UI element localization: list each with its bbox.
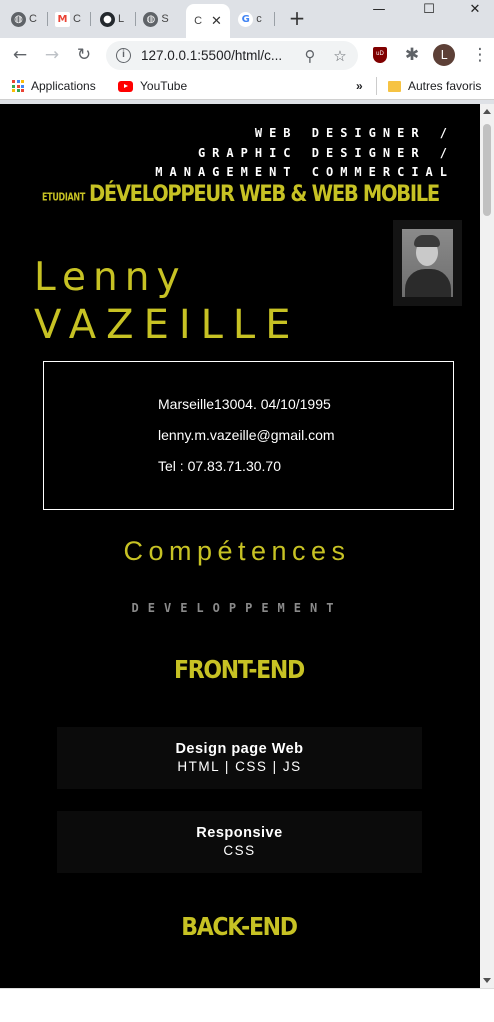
bookmark-star-icon[interactable]: ☆ [330,46,350,66]
maximize-button[interactable]: ☐ [412,0,446,18]
skill-tech: HTML | CSS | JS [177,759,302,774]
page-scrollbar[interactable] [480,104,494,988]
close-icon[interactable]: ✕ [211,13,222,29]
tab-3[interactable]: ● L [98,6,126,32]
forward-arrow-icon[interactable]: → [40,43,64,67]
tab-title: C [194,15,203,27]
extensions-icon[interactable]: ✱ [400,43,424,67]
tab-4[interactable]: ◍ S [142,6,170,32]
bookmark-youtube[interactable]: YouTube [118,77,187,95]
scroll-up-arrow-icon[interactable] [483,109,491,114]
profile-avatar[interactable]: L [432,43,456,67]
profile-photo-frame [393,220,462,306]
role-line: GRAPHIC DESIGNER / [197,145,454,160]
info-icon[interactable]: i [116,48,131,63]
tab-title: C [29,13,37,25]
globe-icon: ◍ [11,11,27,27]
address-bar[interactable]: i 127.0.0.1:5500/html/c... ⚲ ☆ [106,41,358,70]
tab-separator [274,12,275,26]
folder-icon [388,80,401,92]
skill-tech: CSS [223,843,256,858]
roles-list: WEB DESIGNER / GRAPHIC DESIGNER / MANAGE… [155,124,454,183]
tab-title: S [161,13,169,25]
skill-card: Design page Web HTML | CSS | JS [57,727,422,789]
bookmark-apps[interactable]: Applications [12,77,96,95]
tab-bar: ◍ C M C ● L ◍ S C ✕ G c + — ☐ ✕ [0,0,494,38]
zoom-icon[interactable]: ⚲ [300,46,320,66]
tab-separator [135,12,136,26]
tab-title: L [117,13,125,25]
cv-page: WEB DESIGNER / GRAPHIC DESIGNER / MANAGE… [0,104,480,988]
student-label: ETUDIANT [42,191,85,204]
email-text: lenny.m.vazeille@gmail.com [158,427,335,443]
tab-2[interactable]: M C [54,6,82,32]
bookmark-label: Applications [31,79,96,93]
reload-icon[interactable]: ↻ [72,43,96,67]
bookmark-label: Autres favoris [408,79,482,93]
menu-icon[interactable]: ⋮ [468,43,492,67]
github-icon: ● [99,11,115,27]
role-line: WEB DESIGNER / [254,126,454,140]
back-end-heading: BACK-END [181,913,298,942]
gmail-icon: M [55,11,71,27]
skill-name: Design page Web [175,741,304,757]
google-icon: G [238,11,254,27]
tab-title: c [256,13,262,25]
apps-grid-icon [12,80,24,92]
front-end-heading: FRONT-END [174,656,305,685]
youtube-icon [118,80,133,92]
first-name: Lenny [34,255,187,300]
job-title: DÉVELOPPEUR WEB & WEB MOBILE [88,180,440,207]
new-tab-button[interactable]: + [286,6,308,30]
bookmarks-bar: Applications YouTube » Autres favoris [0,72,494,100]
globe-icon: ◍ [143,11,159,27]
scroll-down-arrow-icon[interactable] [483,978,491,983]
bookmark-divider [376,77,377,95]
tab-separator [90,12,91,26]
student-title: ETUDIANT DÉVELOPPEUR WEB & WEB MOBILE [42,180,440,207]
skills-heading: Compétences [123,536,351,566]
development-label: DEVELOPPEMENT [131,601,343,615]
tab-title: C [73,13,81,25]
tab-1[interactable]: ◍ C [10,6,38,32]
tab-active[interactable]: C ✕ [186,4,230,38]
ublock-icon[interactable]: uD [368,43,392,67]
last-name: VAZEILLE [34,302,301,348]
back-arrow-icon[interactable]: ← [8,43,32,67]
bookmark-other[interactable]: Autres favoris [388,77,481,95]
url-text[interactable]: 127.0.0.1:5500/html/c... [141,48,282,63]
avatar-initial: L [433,44,455,66]
close-window-button[interactable]: ✕ [458,0,492,18]
ublock-label: uD [373,47,387,63]
window-bottom [0,988,494,1022]
skill-name: Responsive [196,825,283,841]
profile-photo [402,229,453,297]
more-bookmarks-button[interactable]: » [356,77,363,95]
phone-text: Tel : 07.83.71.30.70 [158,458,281,474]
tab-separator [47,12,48,26]
minimize-button[interactable]: — [362,0,396,18]
more-bookmarks-label: » [356,79,363,93]
tab-6[interactable]: G c [236,6,264,32]
toolbar: ← → ↻ i 127.0.0.1:5500/html/c... ⚲ ☆ uD … [0,38,494,72]
scroll-thumb[interactable] [483,124,491,216]
skill-card: Responsive CSS [57,811,422,873]
birth-info: Marseille13004. 04/10/1995 [158,396,331,412]
contact-box: Marseille13004. 04/10/1995 lenny.m.vazei… [43,361,454,510]
bookmark-label: YouTube [140,79,188,93]
